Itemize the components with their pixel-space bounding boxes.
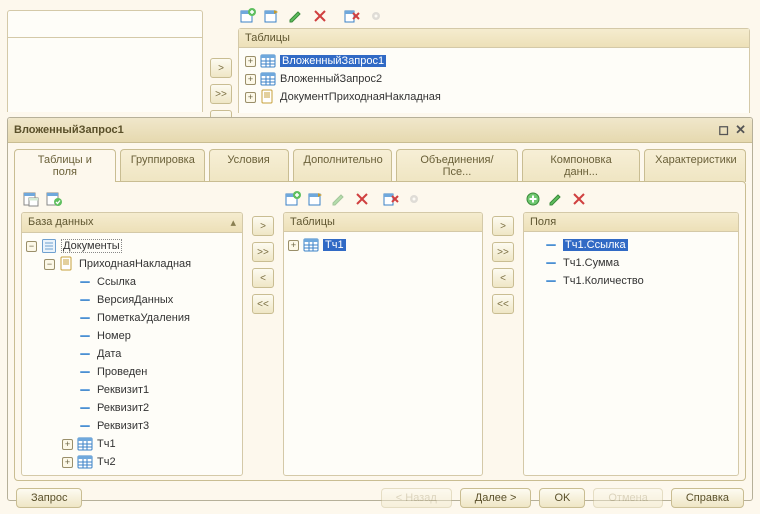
- tree-field[interactable]: Дата: [26, 345, 238, 363]
- tables-settings-button: [404, 189, 424, 209]
- db-panel-header: База данных: [28, 216, 94, 229]
- expand-icon[interactable]: +: [62, 439, 73, 450]
- tables-to-fields-all-button[interactable]: >>: [492, 242, 514, 262]
- back-button: < Назад: [381, 488, 452, 508]
- document-icon: [59, 256, 75, 272]
- fields-to-tables-button[interactable]: <: [492, 268, 514, 288]
- document-icon: [260, 89, 276, 105]
- field-icon: [543, 273, 559, 289]
- settings-button: [366, 6, 386, 26]
- tables-replace-button[interactable]: [306, 189, 326, 209]
- fields-edit-button[interactable]: [546, 189, 566, 209]
- add-table-button[interactable]: [238, 6, 258, 26]
- expand-icon[interactable]: +: [245, 56, 256, 67]
- help-button[interactable]: Справка: [671, 488, 744, 508]
- expand-icon[interactable]: +: [245, 92, 256, 103]
- field-icon: [77, 364, 93, 380]
- move-right-all-button[interactable]: >>: [210, 84, 232, 104]
- tree-doc[interactable]: − ПриходнаяНакладная: [26, 255, 238, 273]
- tab-conditions[interactable]: Условия: [209, 149, 289, 182]
- field-icon: [77, 292, 93, 308]
- nested-query-button[interactable]: [21, 189, 41, 209]
- tab-grouping[interactable]: Группировка: [120, 149, 205, 182]
- tree-tablepart[interactable]: +Тч1: [26, 435, 238, 453]
- delete-table-button[interactable]: [342, 6, 362, 26]
- fields-add-button[interactable]: [523, 189, 543, 209]
- move-right-button[interactable]: >: [210, 58, 232, 78]
- delete-button[interactable]: [310, 6, 330, 26]
- scroll-up-icon[interactable]: ▴: [230, 216, 236, 229]
- tables-to-db-all-button[interactable]: <<: [252, 294, 274, 314]
- tree-field[interactable]: Реквизит2: [26, 399, 238, 417]
- tab-characteristics[interactable]: Характеристики: [644, 149, 746, 182]
- tables-delete-button[interactable]: [352, 189, 372, 209]
- tree-field[interactable]: Номер: [26, 327, 238, 345]
- replace-table-button[interactable]: [262, 6, 282, 26]
- tables-edit-button: [329, 189, 349, 209]
- next-button[interactable]: Далее >: [460, 488, 532, 508]
- tables-to-db-button[interactable]: <: [252, 268, 274, 288]
- field-row[interactable]: Тч1.Ссылка: [528, 236, 734, 254]
- fields-to-tables-all-button[interactable]: <<: [492, 294, 514, 314]
- query-button[interactable]: Запрос: [16, 488, 82, 508]
- field-icon: [77, 418, 93, 434]
- field-icon: [77, 382, 93, 398]
- expand-icon[interactable]: +: [62, 457, 73, 468]
- tab-tables-fields[interactable]: Таблицы и поля: [14, 149, 116, 182]
- field-icon: [77, 328, 93, 344]
- tab-composition[interactable]: Компоновка данн...: [522, 149, 640, 182]
- left-empty-panel: [7, 10, 203, 112]
- tab-unions[interactable]: Объединения/Псе...: [396, 149, 518, 182]
- tables-panel-header: Таблицы: [284, 213, 482, 232]
- table-icon: [303, 237, 319, 253]
- field-row[interactable]: Тч1.Количество: [528, 272, 734, 290]
- edit-button[interactable]: [286, 6, 306, 26]
- tree-field[interactable]: Реквизит3: [26, 417, 238, 435]
- field-icon: [77, 346, 93, 362]
- collapse-icon[interactable]: −: [44, 259, 55, 270]
- fields-panel-header: Поля: [524, 213, 738, 232]
- db-to-tables-button[interactable]: >: [252, 216, 274, 236]
- designer-title: ВложенныйЗапрос1: [14, 124, 124, 136]
- tree-tablepart[interactable]: +Тч2: [26, 453, 238, 471]
- maximize-button[interactable]: ◻: [718, 122, 729, 138]
- field-icon: [77, 310, 93, 326]
- nested-confirm-button[interactable]: [44, 189, 64, 209]
- table-row[interactable]: + ВложенныйЗапрос2: [245, 70, 743, 88]
- tree-field[interactable]: Реквизит1: [26, 381, 238, 399]
- table-icon: [77, 436, 93, 452]
- db-to-tables-all-button[interactable]: >>: [252, 242, 274, 262]
- expand-icon[interactable]: +: [245, 74, 256, 85]
- collapse-icon[interactable]: −: [26, 241, 37, 252]
- table-row[interactable]: + ДокументПриходнаяНакладная: [245, 88, 743, 106]
- tree-root[interactable]: − Документы: [26, 237, 238, 255]
- tab-additional[interactable]: Дополнительно: [293, 149, 393, 182]
- cancel-button: Отмена: [593, 488, 662, 508]
- table-row[interactable]: + ВложенныйЗапрос1: [245, 52, 743, 70]
- table-icon: [260, 71, 276, 87]
- field-icon: [543, 237, 559, 253]
- table-row[interactable]: + Тч1: [288, 236, 478, 254]
- field-row[interactable]: Тч1.Сумма: [528, 254, 734, 272]
- docs-folder-icon: [41, 238, 57, 254]
- tables-add-button[interactable]: [283, 189, 303, 209]
- tables-deltable-button[interactable]: [381, 189, 401, 209]
- table-icon: [77, 454, 93, 470]
- close-button[interactable]: ✕: [735, 122, 746, 138]
- tree-field[interactable]: Ссылка: [26, 273, 238, 291]
- tree-field[interactable]: ВерсияДанных: [26, 291, 238, 309]
- ok-button[interactable]: OK: [539, 488, 585, 508]
- field-icon: [543, 255, 559, 271]
- field-icon: [77, 274, 93, 290]
- field-icon: [77, 400, 93, 416]
- fields-delete-button[interactable]: [569, 189, 589, 209]
- table-icon: [260, 53, 276, 69]
- tree-field[interactable]: ПометкаУдаления: [26, 309, 238, 327]
- expand-icon[interactable]: +: [288, 240, 299, 251]
- tree-field[interactable]: Проведен: [26, 363, 238, 381]
- tables-to-fields-button[interactable]: >: [492, 216, 514, 236]
- tabstrip: Таблицы и поля Группировка Условия Допол…: [8, 143, 752, 182]
- top-tables-header: Таблицы: [239, 29, 749, 48]
